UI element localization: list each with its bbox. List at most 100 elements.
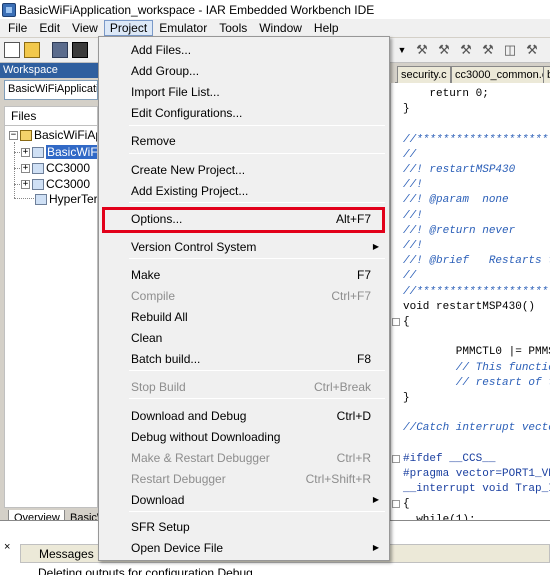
menu-separator bbox=[129, 398, 385, 399]
menu-item-label: Add Files... bbox=[131, 43, 192, 57]
tree-item-project[interactable]: − BasicWiFiApplication bbox=[9, 127, 97, 143]
menu-project[interactable]: Project bbox=[103, 20, 154, 36]
tree-item-folder[interactable]: + BasicWiFiApplication bbox=[21, 144, 97, 160]
add-group-item[interactable]: Add Group... bbox=[101, 61, 387, 81]
code-line: #pragma vector=PORT1_VECTOR bbox=[403, 468, 550, 480]
version-control-system-item[interactable]: Version Control System ▶ bbox=[101, 237, 387, 257]
edit-configurations-item[interactable]: Edit Configurations... bbox=[101, 103, 387, 123]
menu-item-shortcut: Ctrl+Shift+R bbox=[305, 472, 371, 486]
menu-separator bbox=[129, 202, 385, 203]
make-restart-debugger-item[interactable]: Make & Restart Debugger Ctrl+R bbox=[101, 448, 387, 468]
tab-security-c[interactable]: security.c bbox=[397, 66, 451, 83]
code-line: // bbox=[403, 270, 417, 283]
configuration-combo[interactable]: BasicWiFiApplication bbox=[4, 80, 98, 100]
menu-item-shortcut: Ctrl+Break bbox=[313, 380, 371, 394]
message-line: Deleting outputs for configuration Debug bbox=[38, 566, 253, 575]
debug-without-downloading-item[interactable]: Debug without Downloading bbox=[101, 427, 387, 447]
menu-item-label: Edit Configurations... bbox=[131, 106, 243, 120]
debug-tool-icon[interactable]: ⚒ bbox=[414, 42, 430, 58]
download-and-debug-item[interactable]: Download and Debug Ctrl+D bbox=[101, 406, 387, 426]
rebuild-all-item[interactable]: Rebuild All bbox=[101, 307, 387, 327]
new-file-icon[interactable] bbox=[4, 42, 20, 58]
download-item[interactable]: Download ▶ bbox=[101, 490, 387, 510]
collapse-icon[interactable]: − bbox=[9, 130, 18, 140]
code-line: } bbox=[403, 392, 410, 404]
menu-item-shortcut: F7 bbox=[356, 268, 371, 282]
tree-item-file[interactable]: HyperTerminal bbox=[35, 191, 97, 207]
create-new-project-item[interactable]: Create New Project... bbox=[101, 160, 387, 180]
menu-item-label: Batch build... bbox=[131, 352, 201, 366]
close-icon[interactable]: × bbox=[4, 541, 14, 553]
code-line: //! bbox=[403, 179, 423, 192]
tree-item-label: CC3000 bbox=[46, 161, 91, 175]
project-icon bbox=[20, 129, 32, 141]
add-existing-project-item[interactable]: Add Existing Project... bbox=[101, 181, 387, 201]
menu-separator bbox=[129, 370, 385, 371]
open-device-file-item[interactable]: Open Device File ▶ bbox=[101, 538, 387, 558]
remove-item[interactable]: Remove bbox=[101, 131, 387, 151]
menu-item-label: Make bbox=[131, 268, 161, 282]
document-tabs: security.c cc3000_common.c b bbox=[395, 63, 550, 83]
workspace-header: Workspace bbox=[0, 63, 98, 78]
debug-tool-icon[interactable]: ⚒ bbox=[436, 42, 452, 58]
menu-item-label: Create New Project... bbox=[131, 163, 246, 177]
code-line: //! @param none bbox=[403, 194, 509, 207]
restart-debugger-item[interactable]: Restart Debugger Ctrl+Shift+R bbox=[101, 469, 387, 489]
menu-separator bbox=[129, 125, 385, 126]
tab-more[interactable]: b bbox=[543, 66, 550, 83]
debug-tool-icon[interactable]: ⚒ bbox=[458, 42, 474, 58]
menu-item-label: Download bbox=[131, 493, 185, 507]
submenu-arrow-icon: ▶ bbox=[372, 242, 379, 251]
fold-icon[interactable] bbox=[392, 500, 400, 509]
menu-item-label: Add Group... bbox=[131, 64, 200, 78]
expand-icon[interactable]: + bbox=[21, 163, 30, 173]
clean-item[interactable]: Clean bbox=[101, 328, 387, 348]
debug-tool-icon[interactable]: ◫ bbox=[502, 42, 518, 58]
chevron-down-icon[interactable]: ▼ bbox=[397, 44, 407, 56]
make-item[interactable]: Make F7 bbox=[101, 265, 387, 285]
menu-separator bbox=[129, 511, 385, 512]
debug-tool-icon[interactable]: ⚒ bbox=[524, 42, 540, 58]
stop-build-item[interactable]: Stop Build Ctrl+Break bbox=[101, 377, 387, 397]
code-line: //Catch interrupt vectors bbox=[403, 422, 550, 435]
menu-window[interactable]: Window bbox=[253, 20, 308, 36]
expand-icon[interactable]: + bbox=[21, 179, 30, 189]
debug-tool-icon[interactable]: ⚒ bbox=[480, 42, 496, 58]
save-icon[interactable] bbox=[52, 42, 68, 58]
code-line: //! bbox=[403, 209, 423, 222]
menu-item-shortcut: Ctrl+R bbox=[336, 451, 371, 465]
menu-file[interactable]: File bbox=[2, 20, 33, 36]
fold-icon[interactable] bbox=[392, 454, 400, 463]
files-column-header[interactable]: Files bbox=[4, 106, 98, 126]
menu-item-label: Debug without Downloading bbox=[131, 430, 281, 444]
menu-edit[interactable]: Edit bbox=[33, 20, 66, 36]
fold-icon[interactable] bbox=[392, 318, 400, 326]
menu-view[interactable]: View bbox=[66, 20, 104, 36]
menu-item-label: Compile bbox=[131, 289, 176, 303]
tab-cc3000-common-c[interactable]: cc3000_common.c bbox=[451, 66, 550, 83]
compile-item[interactable]: Compile Ctrl+F7 bbox=[101, 286, 387, 306]
batch-build-item[interactable]: Batch build... F8 bbox=[101, 349, 387, 369]
open-folder-icon[interactable] bbox=[24, 42, 40, 58]
code-line: //***************************** bbox=[403, 285, 550, 298]
menu-separator bbox=[129, 258, 385, 259]
sfr-setup-item[interactable]: SFR Setup bbox=[101, 517, 387, 537]
import-file-list-item[interactable]: Import File List... bbox=[101, 82, 387, 102]
menu-emulator[interactable]: Emulator bbox=[153, 20, 213, 36]
code-editor[interactable]: return 0;} //****************************… bbox=[390, 83, 550, 520]
code-line: { bbox=[403, 498, 410, 511]
menu-help[interactable]: Help bbox=[308, 20, 345, 36]
menu-item-label: Open Device File bbox=[131, 541, 224, 555]
app-icon bbox=[2, 2, 16, 17]
menu-item-label: Import File List... bbox=[131, 85, 220, 99]
code-line: // restart of the bbox=[455, 376, 550, 389]
tree-item-folder[interactable]: + CC3000 bbox=[21, 176, 90, 192]
code-line: __interrupt void Trap_ISR bbox=[403, 483, 550, 496]
save-all-icon[interactable] bbox=[72, 42, 88, 58]
menu-tools[interactable]: Tools bbox=[213, 20, 253, 36]
code-line: //! @return never bbox=[403, 224, 516, 237]
highlight-annotation bbox=[102, 207, 385, 233]
tree-item-folder[interactable]: + CC3000 bbox=[21, 160, 90, 176]
expand-icon[interactable]: + bbox=[21, 147, 30, 157]
add-files-item[interactable]: Add Files... bbox=[101, 40, 387, 60]
